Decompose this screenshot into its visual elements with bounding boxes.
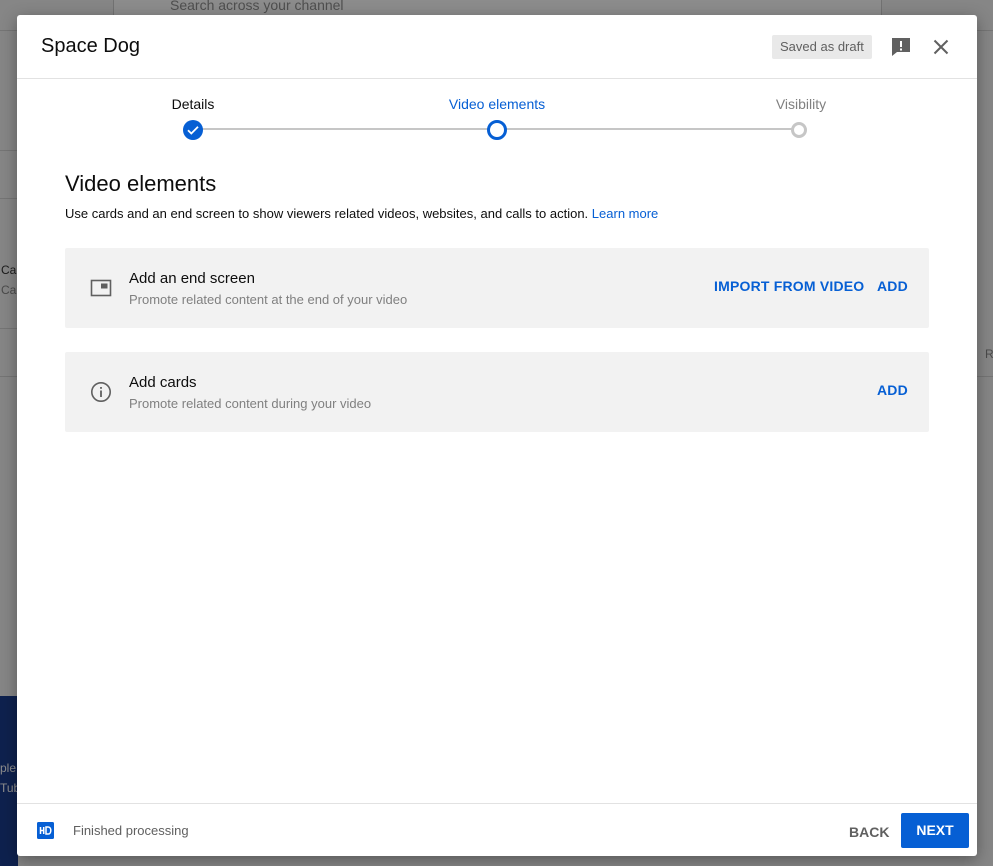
add-end-screen-button[interactable]: ADD	[877, 278, 908, 294]
next-button[interactable]: NEXT	[901, 813, 969, 848]
section-description: Use cards and an end screen to show view…	[65, 206, 658, 221]
step-visibility-pending-icon[interactable]	[790, 121, 808, 144]
import-from-video-button[interactable]: IMPORT FROM VIDEO	[714, 278, 864, 294]
processing-status: Finished processing	[73, 823, 189, 838]
step-video-elements-current-icon[interactable]	[486, 119, 508, 146]
end-screen-icon	[89, 276, 113, 300]
upload-stepper: Details Video elements Visibility	[17, 79, 977, 159]
cards-title: Add cards	[129, 374, 197, 391]
end-screen-card: Add an end screen Promote related conten…	[65, 248, 929, 328]
end-screen-subtitle: Promote related content at the end of yo…	[129, 292, 408, 307]
dialog-title: Space Dog	[41, 35, 140, 57]
upload-dialog: Space Dog Saved as draft Details Video e…	[17, 15, 977, 856]
feedback-icon[interactable]	[889, 35, 913, 59]
dialog-footer: Finished processing BACK NEXT	[17, 803, 977, 857]
step-video-elements-label[interactable]: Video elements	[417, 96, 577, 112]
step-details-check-icon[interactable]	[182, 119, 204, 146]
learn-more-link[interactable]: Learn more	[592, 206, 658, 221]
step-details-label[interactable]: Details	[113, 96, 273, 112]
add-cards-button[interactable]: ADD	[877, 382, 908, 398]
step-connector	[201, 128, 489, 130]
step-connector	[505, 128, 793, 130]
cards-card: Add cards Promote related content during…	[65, 352, 929, 432]
section-title: Video elements	[65, 171, 217, 196]
close-icon[interactable]	[929, 35, 953, 59]
dialog-header: Space Dog Saved as draft	[17, 15, 977, 79]
info-icon	[89, 380, 113, 404]
back-button[interactable]: BACK	[837, 815, 901, 849]
section-description-text: Use cards and an end screen to show view…	[65, 206, 589, 221]
end-screen-title: Add an end screen	[129, 270, 255, 287]
step-visibility-label[interactable]: Visibility	[721, 96, 881, 112]
hd-icon	[37, 822, 54, 839]
cards-subtitle: Promote related content during your vide…	[129, 396, 372, 411]
saved-draft-badge: Saved as draft	[772, 35, 872, 59]
